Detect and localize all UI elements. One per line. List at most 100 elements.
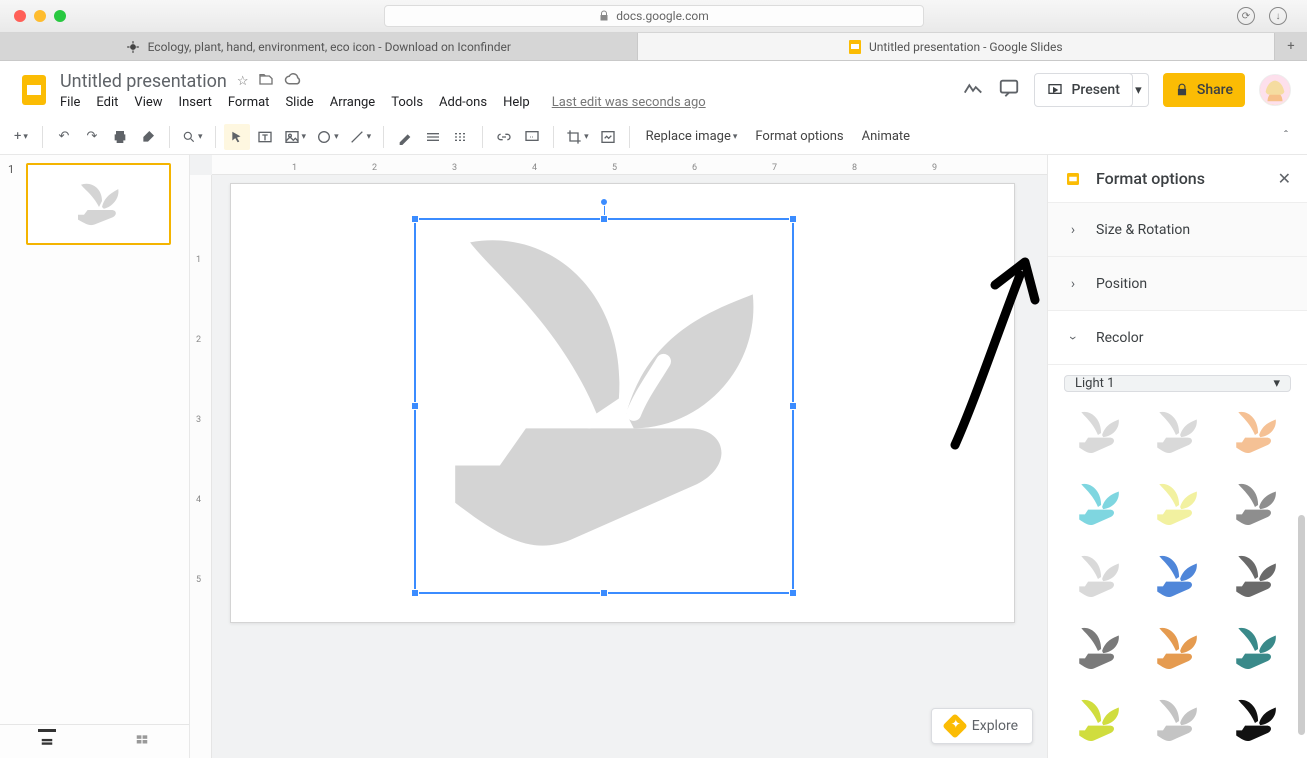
menu-slide[interactable]: Slide [285, 95, 313, 110]
shape-tool[interactable] [312, 124, 343, 150]
close-window-icon[interactable] [14, 10, 26, 22]
line-tool[interactable] [345, 124, 376, 150]
recolor-swatch[interactable] [1221, 546, 1291, 610]
section-recolor[interactable]: › Recolor [1048, 311, 1307, 365]
crop-button[interactable] [562, 124, 593, 150]
textbox-tool[interactable] [252, 124, 278, 150]
resize-handle-sw[interactable] [411, 589, 419, 597]
section-label: Position [1096, 276, 1147, 292]
border-dash-button[interactable] [448, 124, 474, 150]
resize-handle-se[interactable] [789, 589, 797, 597]
recolor-swatch[interactable] [1064, 402, 1134, 466]
recolor-swatch[interactable] [1064, 618, 1134, 682]
canvas-area[interactable]: 1 2 3 4 5 6 7 8 9 1 2 3 4 5 [190, 155, 1047, 758]
recolor-swatch[interactable] [1142, 690, 1212, 754]
slides-logo-icon[interactable] [16, 72, 52, 108]
select-tool[interactable] [224, 124, 250, 150]
recolor-swatch[interactable] [1142, 546, 1212, 610]
resize-handle-w[interactable] [411, 402, 419, 410]
comment-button[interactable] [519, 124, 545, 150]
menu-help[interactable]: Help [503, 95, 530, 110]
new-tab-button[interactable]: + [1275, 33, 1307, 60]
recolor-swatch[interactable] [1221, 618, 1291, 682]
recolor-swatch[interactable] [1142, 474, 1212, 538]
filmstrip-view-icon[interactable] [38, 729, 56, 754]
document-title[interactable]: Untitled presentation [60, 71, 227, 92]
menu-view[interactable]: View [134, 95, 162, 110]
rotate-handle[interactable] [600, 198, 608, 206]
cloud-status-icon[interactable] [284, 71, 302, 93]
recolor-dropdown[interactable]: Light 1 ▾ [1064, 375, 1291, 392]
panel-scrollbar[interactable] [1297, 365, 1305, 758]
recolor-swatch[interactable] [1221, 690, 1291, 754]
browser-tab-slides[interactable]: Untitled presentation - Google Slides [638, 33, 1276, 60]
new-slide-button[interactable]: + [8, 124, 34, 150]
explore-icon [942, 713, 967, 738]
user-avatar[interactable] [1259, 74, 1291, 106]
mac-window-chrome: docs.google.com ⟳ ↓ [0, 0, 1307, 33]
slides-header: Untitled presentation ☆ File Edit View I… [0, 61, 1307, 119]
activity-icon[interactable] [962, 77, 984, 103]
move-icon[interactable] [258, 72, 274, 92]
main-area: 1 1 2 3 [0, 155, 1307, 758]
collapse-toolbar-button[interactable]: ˆ [1273, 124, 1299, 150]
replace-image-button[interactable]: Replace image [638, 124, 746, 150]
border-color-button[interactable] [392, 124, 418, 150]
vertical-ruler: 1 2 3 4 5 [190, 175, 212, 758]
reset-image-button[interactable] [595, 124, 621, 150]
format-options-button[interactable]: Format options [747, 124, 851, 150]
maximize-window-icon[interactable] [54, 10, 66, 22]
menu-insert[interactable]: Insert [179, 95, 212, 110]
recolor-swatch[interactable] [1064, 690, 1134, 754]
grid-view-icon[interactable] [133, 733, 151, 751]
selected-image[interactable] [414, 218, 794, 594]
recolor-swatch[interactable] [1064, 546, 1134, 610]
minimize-window-icon[interactable] [34, 10, 46, 22]
comments-icon[interactable] [998, 77, 1020, 103]
recolor-swatch[interactable] [1221, 402, 1291, 466]
slide-thumb-1[interactable]: 1 [8, 163, 181, 245]
explore-button[interactable]: Explore [931, 708, 1033, 744]
share-label: Share [1197, 82, 1233, 98]
section-position[interactable]: › Position [1048, 257, 1307, 311]
share-button[interactable]: Share [1163, 73, 1245, 107]
recolor-swatch[interactable] [1142, 402, 1212, 466]
menu-file[interactable]: File [60, 95, 80, 110]
browser-tab-iconfinder[interactable]: Ecology, plant, hand, environment, eco i… [0, 33, 638, 60]
resize-handle-ne[interactable] [789, 215, 797, 223]
resize-handle-nw[interactable] [411, 215, 419, 223]
close-panel-button[interactable]: ✕ [1278, 169, 1291, 188]
reload-icon[interactable]: ⟳ [1237, 7, 1255, 25]
star-icon[interactable]: ☆ [237, 74, 249, 89]
recolor-swatch[interactable] [1221, 474, 1291, 538]
image-tool[interactable] [280, 124, 311, 150]
recolor-swatch-grid [1064, 402, 1291, 758]
slide-canvas[interactable] [230, 183, 1015, 623]
animate-button[interactable]: Animate [854, 124, 918, 150]
recolor-swatch[interactable] [1064, 474, 1134, 538]
border-weight-button[interactable] [420, 124, 446, 150]
link-button[interactable] [491, 124, 517, 150]
present-dropdown[interactable]: ▾ [1129, 73, 1149, 107]
paint-format-button[interactable] [135, 124, 161, 150]
recolor-swatch[interactable] [1142, 618, 1212, 682]
resize-handle-s[interactable] [600, 589, 608, 597]
slide-number: 1 [8, 163, 20, 245]
undo-button[interactable]: ↶ [51, 124, 77, 150]
print-button[interactable] [107, 124, 133, 150]
zoom-button[interactable] [178, 124, 207, 150]
address-bar[interactable]: docs.google.com [384, 5, 924, 27]
resize-handle-n[interactable] [600, 215, 608, 223]
menu-format[interactable]: Format [228, 95, 270, 110]
download-icon[interactable]: ↓ [1269, 7, 1287, 25]
traffic-lights [0, 10, 66, 22]
section-size-rotation[interactable]: › Size & Rotation [1048, 203, 1307, 257]
menu-edit[interactable]: Edit [96, 95, 118, 110]
resize-handle-e[interactable] [789, 402, 797, 410]
menu-tools[interactable]: Tools [391, 95, 423, 110]
last-edit-text[interactable]: Last edit was seconds ago [552, 95, 706, 110]
redo-button[interactable]: ↷ [79, 124, 105, 150]
menu-arrange[interactable]: Arrange [330, 95, 375, 110]
present-button[interactable]: Present [1034, 73, 1132, 107]
menu-addons[interactable]: Add-ons [439, 95, 487, 110]
